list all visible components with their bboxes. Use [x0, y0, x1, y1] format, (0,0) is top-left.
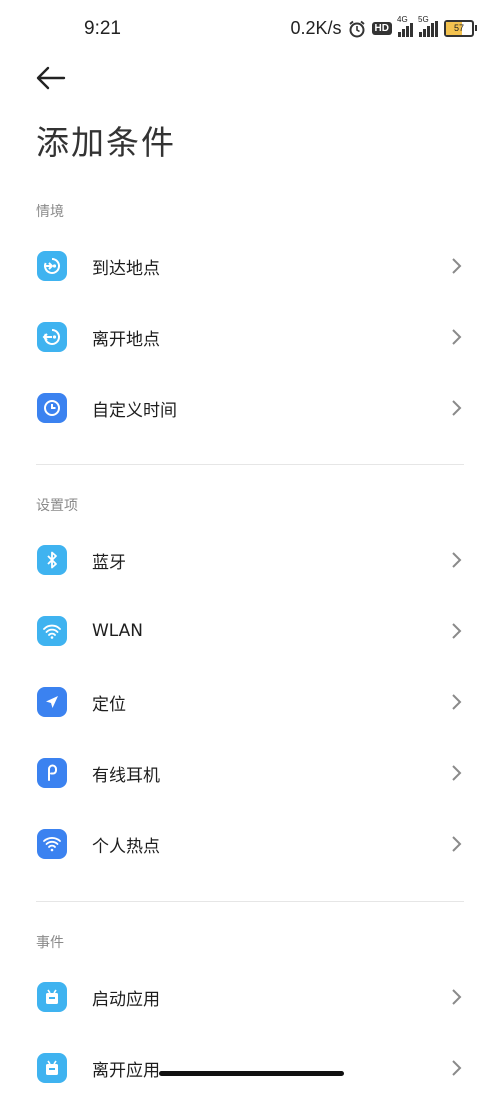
list-item-label: 个人热点: [92, 836, 160, 857]
clock-icon: [37, 393, 67, 423]
status-time: 9:21: [84, 18, 121, 39]
list-item-label: 离开地点: [92, 329, 160, 350]
status-bar: 9:21 0.2K/s HD 4G 5G 57: [0, 0, 500, 58]
section-divider: [36, 901, 464, 902]
home-indicator[interactable]: [159, 1071, 344, 1076]
list-item-label: 到达地点: [92, 258, 160, 279]
list-item-wired-headphones[interactable]: 有线耳机: [0, 743, 500, 803]
chevron-right-icon: [452, 989, 462, 1005]
chevron-right-icon: [452, 1060, 462, 1076]
list-item-label: 蓝牙: [92, 552, 126, 573]
location-leave-icon: [37, 322, 67, 352]
signal-5g-icon: 5G: [418, 15, 438, 37]
app-launch-icon: [37, 982, 67, 1012]
list-item-leave-app[interactable]: 离开应用: [0, 1038, 500, 1098]
list-item-wlan[interactable]: WLAN: [0, 601, 500, 661]
signal-5g-label: 5G: [418, 14, 429, 24]
arrow-left-icon: [36, 66, 66, 90]
back-button[interactable]: [30, 60, 70, 96]
page-title: 添加条件: [36, 123, 176, 162]
chevron-right-icon: [452, 623, 462, 639]
net-speed: 0.2K/s: [290, 18, 342, 38]
list-item-leave-location[interactable]: 离开地点: [0, 307, 500, 367]
battery-icon: 57: [444, 20, 477, 37]
chevron-right-icon: [452, 552, 462, 568]
hd-badge: HD: [371, 22, 392, 35]
hotspot-icon: [37, 829, 67, 859]
list-item-bluetooth[interactable]: 蓝牙: [0, 530, 500, 590]
navigation-icon: [37, 687, 67, 717]
alarm-icon: [348, 20, 365, 37]
chevron-right-icon: [452, 400, 462, 416]
list-item-arrive-location[interactable]: 到达地点: [0, 236, 500, 296]
bluetooth-icon: [37, 545, 67, 575]
list-item-label: WLAN: [92, 621, 144, 641]
chevron-right-icon: [452, 836, 462, 852]
list-item-hotspot[interactable]: 个人热点: [0, 814, 500, 874]
signal-4g-label: 4G: [397, 14, 408, 24]
location-arrive-icon: [37, 251, 67, 281]
list-item-label: 定位: [92, 694, 126, 715]
section-label-events: 事件: [36, 935, 64, 951]
headphone-icon: [37, 758, 67, 788]
list-item-location-service[interactable]: 定位: [0, 672, 500, 732]
list-item-label: 自定义时间: [92, 400, 177, 421]
list-item-label: 启动应用: [92, 989, 160, 1010]
list-item-label: 有线耳机: [92, 765, 160, 786]
status-icons: 0.2K/s HD 4G 5G 57: [290, 15, 477, 39]
section-label-settings: 设置项: [36, 498, 78, 514]
chevron-right-icon: [452, 329, 462, 345]
battery-level: 57: [453, 23, 464, 33]
chevron-right-icon: [452, 694, 462, 710]
section-divider: [36, 464, 464, 465]
list-item-launch-app[interactable]: 启动应用: [0, 967, 500, 1027]
chevron-right-icon: [452, 765, 462, 781]
app-leave-icon: [37, 1053, 67, 1083]
list-item-label: 离开应用: [92, 1060, 160, 1081]
wifi-icon: [37, 616, 67, 646]
section-label-scene: 情境: [36, 204, 64, 220]
chevron-right-icon: [452, 258, 462, 274]
signal-4g-icon: 4G: [397, 15, 413, 37]
list-item-custom-time[interactable]: 自定义时间: [0, 378, 500, 438]
